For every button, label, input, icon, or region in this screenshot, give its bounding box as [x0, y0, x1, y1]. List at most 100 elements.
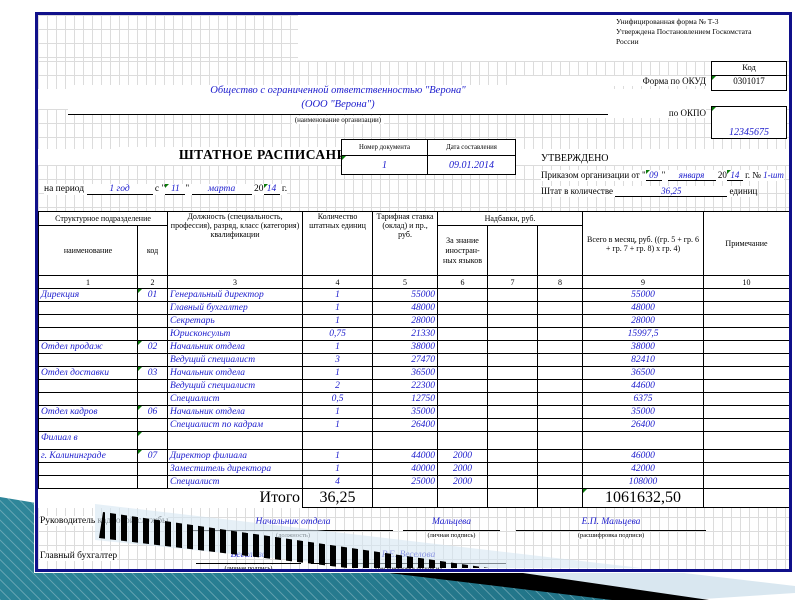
cell-position: Специалист [167, 475, 304, 489]
cell-note [703, 475, 789, 489]
sig2-name-line: Р.Е. Веселова [311, 548, 506, 564]
cell-position: Главный бухгалтер [167, 301, 304, 315]
cell-position: Секретарь [167, 314, 304, 328]
total-count: 36,25 [302, 488, 374, 508]
cell-count [302, 431, 374, 450]
form-note-line1: Унифицированная форма № Т-3 [616, 17, 719, 26]
cell-bonus2 [487, 288, 539, 302]
cell-bonus2 [487, 379, 539, 393]
cell-code: 03 [136, 366, 169, 380]
cell-total: 48000 [582, 301, 705, 315]
col-number: 2 [136, 275, 169, 289]
cell-note [703, 301, 789, 315]
doc-date-value: 09.01.2014 [427, 155, 516, 175]
staff-units: единиц [729, 186, 758, 196]
cell-rate: 55000 [372, 288, 439, 302]
sig1-sign-line: Мальцева [403, 515, 500, 531]
table-row: Ведущий специалист 2 22300 44600 [38, 379, 789, 393]
order-century: 20 [717, 170, 727, 180]
cell-empty [39, 489, 138, 508]
header-unit-code: код [136, 225, 169, 276]
col-number: 9 [582, 275, 705, 289]
cell-count: 1 [302, 301, 374, 315]
cell-total: 15997,5 [582, 327, 705, 341]
cell-count: 1 [302, 449, 374, 463]
header-bonuses: Надбавки, руб. [437, 211, 584, 226]
cell-bonus2 [487, 405, 539, 419]
order-month: января [667, 170, 716, 181]
approved-order-line: Приказом организации от " 09 " января 20 14… [541, 170, 784, 181]
period-label: на период [44, 184, 85, 194]
cell-bonus3 [537, 327, 584, 341]
cell-dept [38, 314, 138, 328]
cell-code [136, 314, 169, 328]
cell-position: Директор филиала [167, 449, 304, 463]
cell-note [703, 379, 789, 393]
cell-note [703, 462, 789, 476]
cell-code [136, 462, 169, 476]
cell-bonus3 [537, 340, 584, 354]
cell-position: Начальник отдела [167, 405, 304, 419]
table-row: Главный бухгалтер 1 48000 48000 [38, 301, 789, 315]
cell-bonus1 [437, 314, 489, 328]
period-open: с " [154, 184, 166, 194]
col-number: 1 [38, 275, 138, 289]
col-number: 7 [487, 275, 539, 289]
cell-bonus3 [537, 288, 584, 302]
okpo-value: 12345675 [729, 127, 769, 138]
sig2-role: Главный бухгалтер [40, 551, 118, 561]
cell-position: Специалист [167, 392, 304, 406]
cell-note [703, 418, 789, 432]
cell-dept [38, 379, 138, 393]
cell-count: 0,75 [302, 327, 374, 341]
cell-count: 1 [302, 418, 374, 432]
form-note-line2: Утверждена Постановлением Госкомстата [616, 27, 752, 37]
cell-rate: 38000 [372, 340, 439, 354]
cell-note [703, 449, 789, 463]
cell-bonus1: 2000 [437, 475, 489, 489]
cell-bonus1 [437, 288, 489, 302]
table-row: Отдел кадров 06 Начальник отдела 1 35000 3500… [38, 405, 789, 419]
sig2-name-caption: (расшифровка подписи) [373, 565, 444, 572]
code-header-cell: Код [711, 61, 787, 76]
okpo-value-cell: 12345675 [711, 106, 787, 139]
sig1-role: Руководитель кадровой службы [40, 516, 169, 526]
cell-bonus2 [487, 340, 539, 354]
cell-bonus3 [537, 366, 584, 380]
cell-total: 108000 [582, 475, 705, 489]
table-row: Специалист по кадрам 1 26400 26400 [38, 418, 789, 432]
cell-total: 36500 [582, 366, 705, 380]
cell-bonus1 [437, 353, 489, 367]
document: Унифицированная форма № Т-3 Утверждена П… [35, 12, 792, 572]
doc-number-value: 1 [341, 155, 428, 175]
cell-total: 42000 [582, 462, 705, 476]
period-duration: 1 год [86, 184, 153, 195]
table-row: Секретарь 1 28000 28000 [38, 314, 789, 328]
cell-dept: Дирекция [38, 288, 138, 302]
cell-dept: Отдел кадров [38, 405, 138, 419]
excel-grid [38, 15, 298, 61]
col-number: 6 [437, 275, 489, 289]
cell-bonus1 [437, 392, 489, 406]
form-note-line3: России [616, 37, 639, 47]
cell-code [136, 475, 169, 489]
table-row: Специалист 0,5 12750 6375 [38, 392, 789, 406]
header-bonus-2 [487, 225, 539, 276]
cell-dept: Отдел продаж [38, 340, 138, 354]
cell-code [136, 301, 169, 315]
cell-position: Ведущий специалист [167, 353, 304, 367]
cell-position: Специалист по кадрам [167, 418, 304, 432]
cell-total: 6375 [582, 392, 705, 406]
cell-dept: Филиал в [38, 431, 138, 450]
cell-position: Ведущий специалист [167, 379, 304, 393]
cell-count: 4 [302, 475, 374, 489]
cell-bonus1 [437, 405, 489, 419]
cell-count: 1 [302, 314, 374, 328]
cell-note [703, 314, 789, 328]
col-number: 10 [703, 275, 789, 289]
order-day: 09 [645, 170, 662, 181]
cell-code [136, 353, 169, 367]
table-row: Филиал в [38, 431, 789, 450]
cell-bonus3 [537, 301, 584, 315]
cell-total: 28000 [582, 314, 705, 328]
